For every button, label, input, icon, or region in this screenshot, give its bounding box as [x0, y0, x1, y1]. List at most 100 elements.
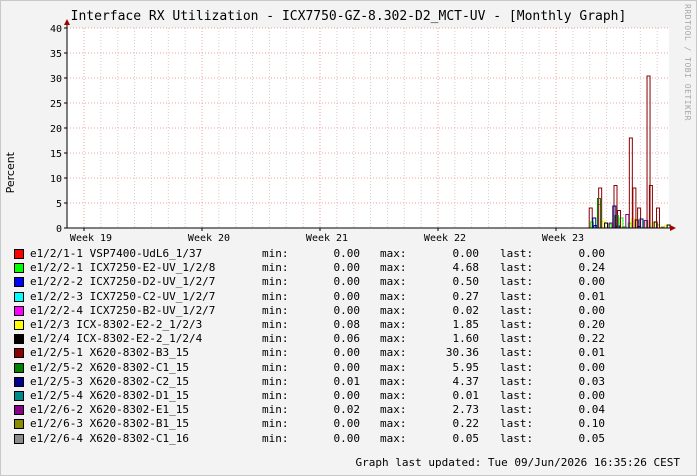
- legend-max-value: 0.05: [452, 431, 480, 445]
- y-axis-arrow: [64, 19, 70, 25]
- legend-min-value: 0.00: [333, 417, 361, 431]
- legend-swatch: [14, 291, 24, 302]
- legend-swatch: [14, 249, 24, 259]
- legend-last-label: last:: [500, 360, 534, 374]
- legend-last-value: 0.05: [578, 431, 606, 445]
- legend-min-value: 0.00: [333, 247, 361, 260]
- legend-last-value: 0.00: [578, 247, 606, 260]
- legend-min-value: 0.00: [333, 289, 361, 303]
- legend-series-name: e1/2/2-3 ICX7250-C2-UV_1/2/7: [30, 289, 216, 303]
- legend-max-value: 4.68: [452, 261, 480, 275]
- legend-last-value: 0.20: [578, 318, 606, 331]
- legend-swatch: [14, 405, 24, 416]
- legend-min-value: 0.00: [333, 261, 361, 275]
- legend-series-name: e1/2/5-3 X620-8302-C2_15: [30, 374, 189, 388]
- legend-last-value: 0.10: [578, 417, 606, 431]
- legend-min-value: 0.02: [333, 403, 361, 417]
- legend-swatch: [14, 419, 24, 430]
- legend-series-name: e1/2/2-4 ICX7250-B2-UV_1/2/7: [30, 303, 216, 317]
- legend-min-value: 0.06: [333, 332, 361, 346]
- legend-min-label: min:: [262, 318, 289, 331]
- x-tick-label: Week 19: [70, 233, 112, 244]
- legend-swatch: [14, 305, 24, 316]
- legend-max-value: 2.73: [452, 403, 480, 417]
- last-updated-text: Graph last updated: Tue 09/Jun/2026 16:3…: [355, 456, 680, 469]
- y-tick-label: 30: [50, 74, 62, 85]
- legend-max-label: max:: [380, 275, 407, 289]
- legend-series-name: e1/2/6-3 X620-8302-B1_15: [30, 417, 189, 431]
- legend-last-label: last:: [500, 417, 534, 431]
- legend-last-value: 0.24: [578, 261, 606, 275]
- y-tick-label: 0: [56, 224, 62, 235]
- legend-series-name: e1/2/6-4 X620-8302-C1_16: [30, 431, 189, 445]
- y-tick-label: 10: [50, 174, 62, 185]
- legend-min-value: 0.00: [333, 431, 361, 445]
- legend-max-value: 0.02: [452, 303, 480, 317]
- legend-max-label: max:: [380, 289, 407, 303]
- legend-min-label: min:: [262, 247, 289, 260]
- legend-max-label: max:: [380, 332, 407, 346]
- legend-last-label: last:: [500, 275, 534, 289]
- y-tick-label: 40: [50, 24, 62, 35]
- y-tick-label: 15: [50, 149, 62, 160]
- legend-max-value: 1.60: [452, 332, 480, 346]
- legend-min-value: 0.00: [333, 346, 361, 360]
- legend-min-label: min:: [262, 275, 289, 289]
- legend-max-value: 30.36: [445, 346, 479, 360]
- legend-min-label: min:: [262, 332, 289, 346]
- legend-max-label: max:: [380, 431, 407, 445]
- legend-series-name: e1/2/4 ICX-8302-E2-2_1/2/4: [30, 332, 203, 346]
- legend-max-value: 0.22: [452, 417, 480, 431]
- legend-swatch: [14, 348, 24, 359]
- y-tick-label: 35: [50, 49, 62, 60]
- legend-last-label: last:: [500, 261, 534, 275]
- legend-min-label: min:: [262, 403, 289, 417]
- legend-min-label: min:: [262, 431, 289, 445]
- legend-min-label: min:: [262, 389, 289, 402]
- legend-min-label: min:: [262, 289, 289, 303]
- legend-max-label: max:: [380, 247, 407, 260]
- legend-swatch: [14, 277, 24, 288]
- y-tick-label: 5: [56, 199, 62, 210]
- legend-min-label: min:: [262, 303, 289, 317]
- legend-max-label: max:: [380, 346, 407, 360]
- legend-max-label: max:: [380, 417, 407, 431]
- legend-last-value: 0.01: [578, 289, 606, 303]
- legend-last-label: last:: [500, 389, 534, 402]
- legend-last-label: last:: [500, 318, 534, 331]
- legend-last-value: 0.00: [578, 360, 606, 374]
- legend-max-label: max:: [380, 303, 407, 317]
- x-tick-label: Week 22: [424, 233, 466, 244]
- legend-max-label: max:: [380, 318, 407, 331]
- legend-min-value: 0.00: [333, 360, 361, 374]
- legend-max-value: 0.00: [452, 247, 480, 260]
- legend-last-label: last:: [500, 303, 534, 317]
- legend-swatch: [14, 376, 24, 387]
- legend-last-value: 0.04: [578, 403, 606, 417]
- legend-max-label: max:: [380, 389, 407, 402]
- legend-last-value: 0.00: [578, 303, 606, 317]
- legend-last-label: last:: [500, 403, 534, 417]
- legend-last-label: last:: [500, 346, 534, 360]
- legend-max-label: max:: [380, 374, 407, 388]
- legend-last-value: 0.00: [578, 275, 606, 289]
- x-tick-label: Week 20: [188, 233, 230, 244]
- legend-swatch: [14, 320, 24, 330]
- legend-series-name: e1/2/5-1 X620-8302-B3_15: [30, 346, 189, 360]
- x-axis-arrow: [670, 225, 676, 231]
- x-tick-label: Week 23: [542, 233, 584, 244]
- legend-min-value: 0.00: [333, 275, 361, 289]
- legend-max-value: 1.85: [452, 318, 480, 331]
- legend-last-label: last:: [500, 374, 534, 388]
- legend-series-name: e1/2/5-4 X620-8302-D1_15: [30, 389, 189, 402]
- legend-max-label: max:: [380, 261, 407, 275]
- legend-swatch: [14, 334, 24, 345]
- y-tick-label: 20: [50, 124, 62, 135]
- legend-max-value: 0.50: [452, 275, 480, 289]
- legend-series-name: e1/2/6-2 X620-8302-E1_15: [30, 403, 189, 417]
- legend-max-value: 5.95: [452, 360, 480, 374]
- legend-last-label: last:: [500, 289, 534, 303]
- legend-last-label: last:: [500, 332, 534, 346]
- legend-max-value: 0.01: [452, 389, 480, 402]
- y-tick-label: 25: [50, 99, 62, 110]
